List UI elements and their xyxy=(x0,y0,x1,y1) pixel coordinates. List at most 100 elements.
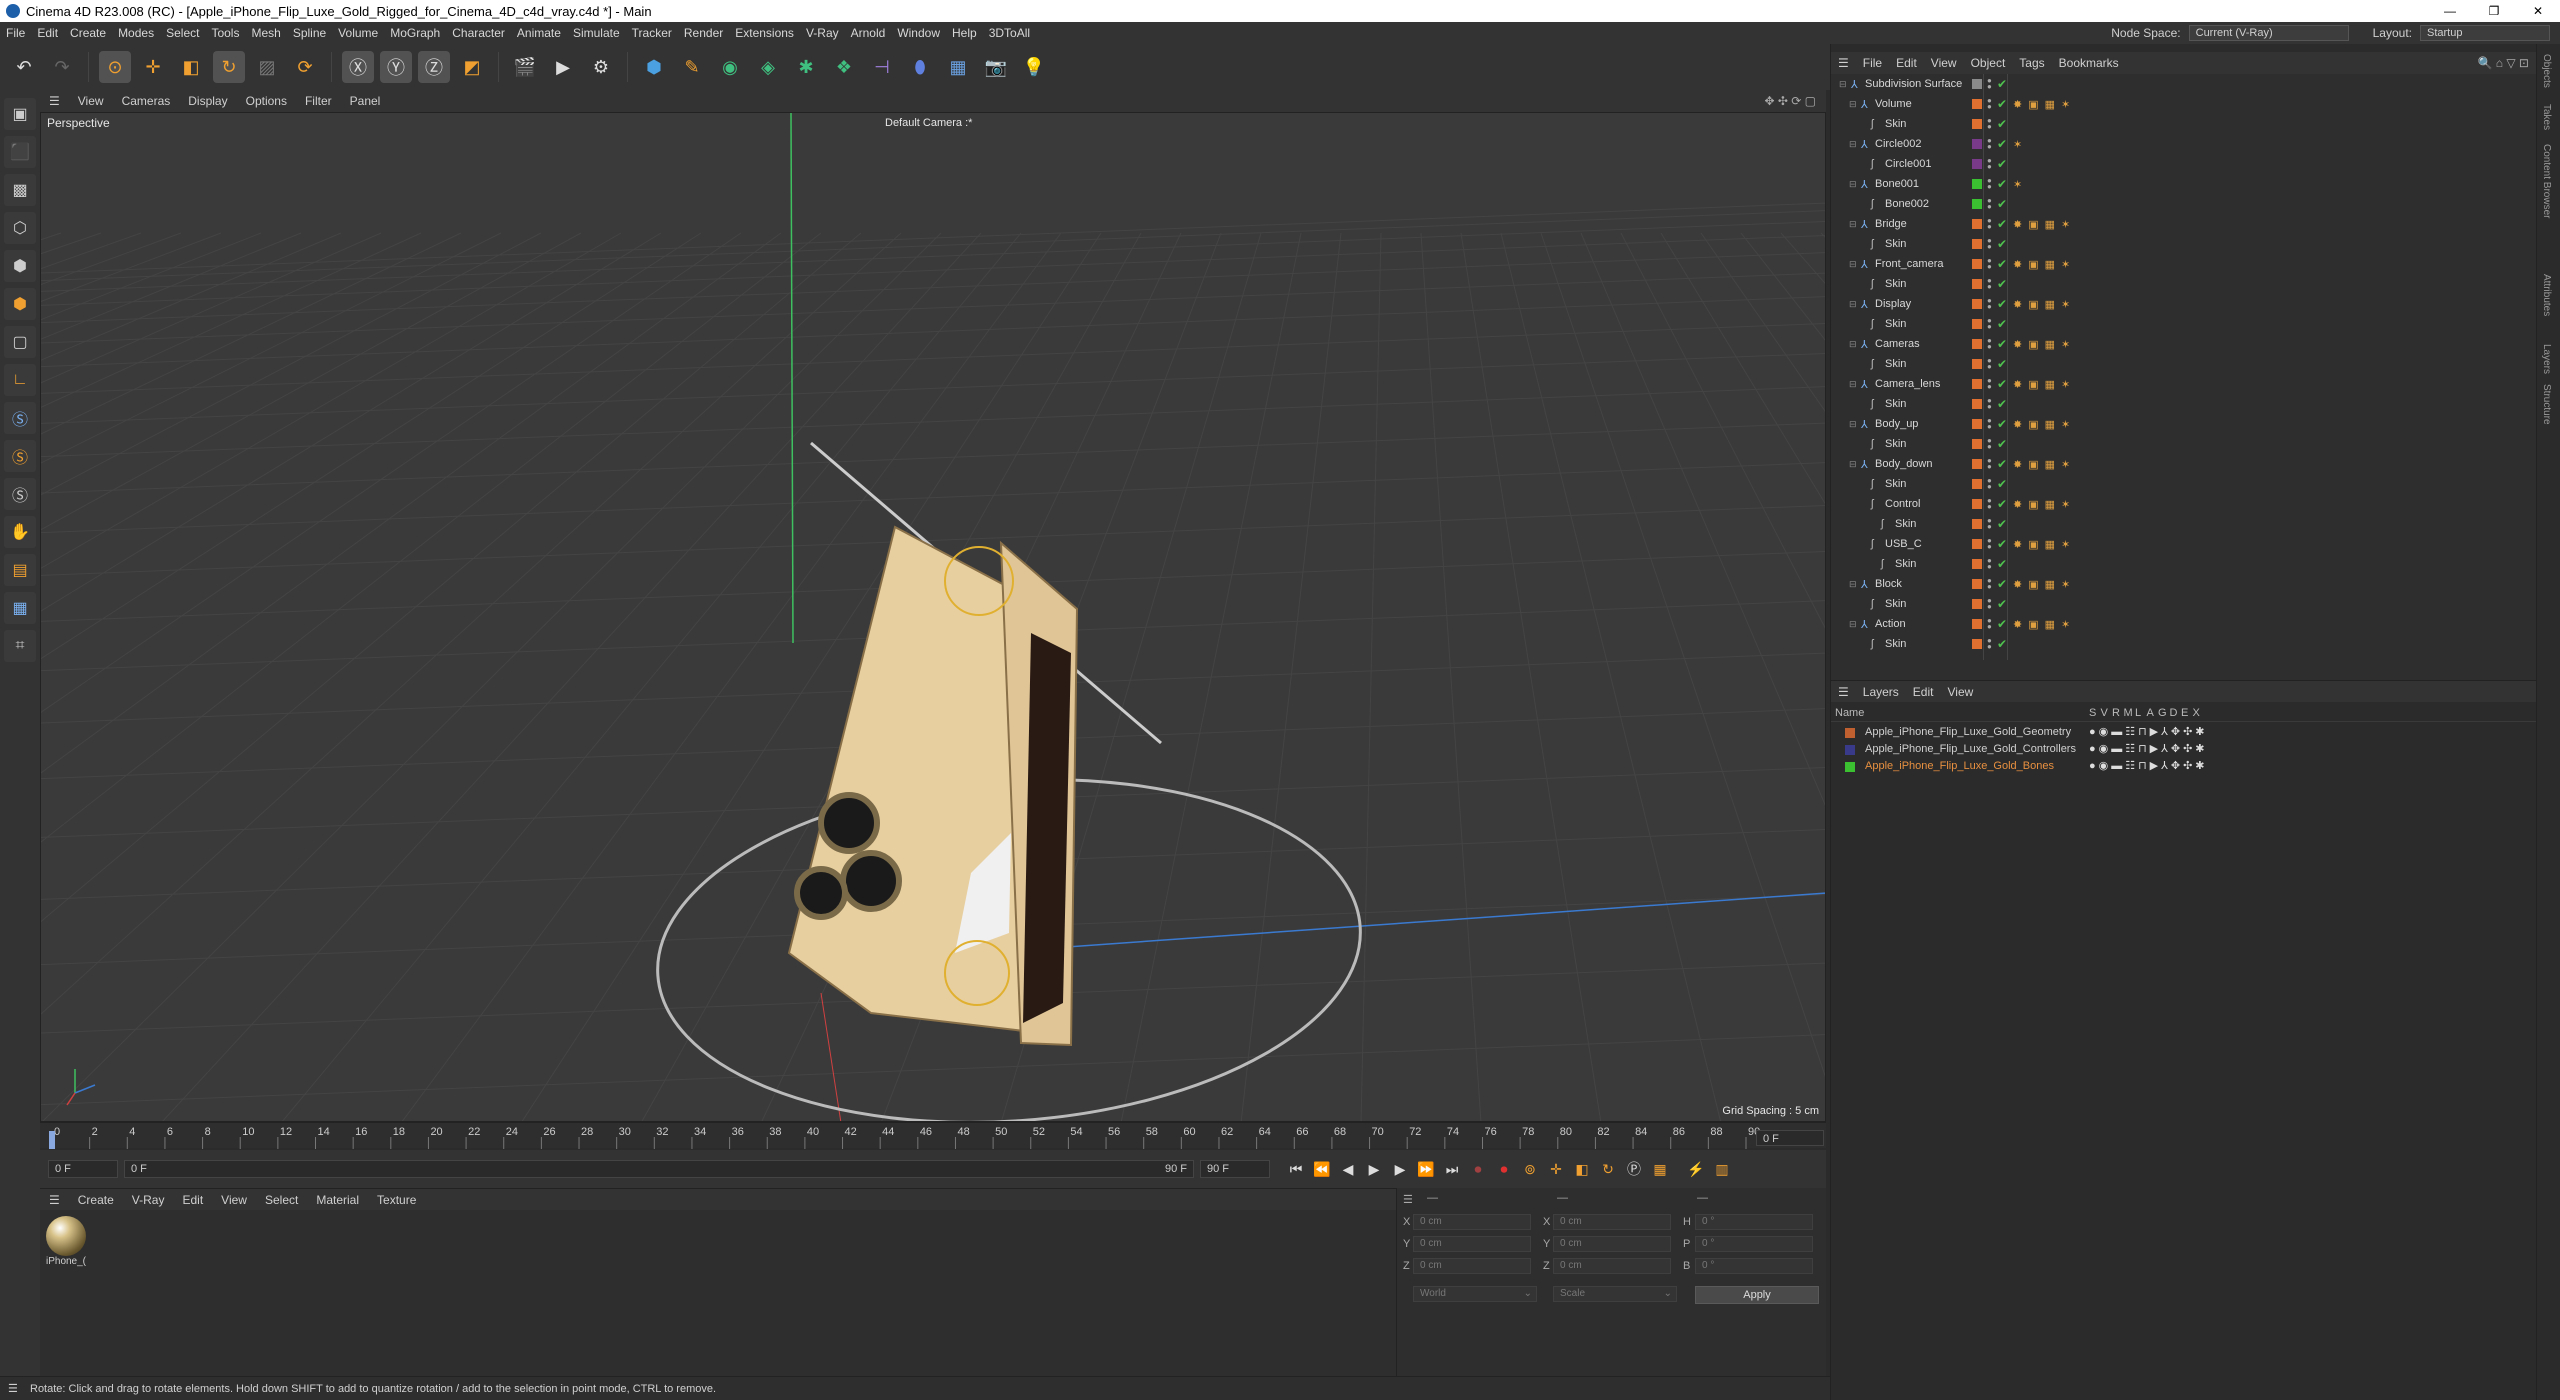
workplane-snap-icon[interactable]: Ⓢ xyxy=(4,478,36,510)
visibility-dots[interactable]: ● ● xyxy=(1987,77,1993,91)
menu-select[interactable]: Select xyxy=(160,26,205,40)
keyframe-selection-icon[interactable]: ⊚ xyxy=(1518,1157,1542,1181)
apply-button[interactable]: Apply xyxy=(1695,1286,1819,1304)
subdivision-icon[interactable]: ◉ xyxy=(714,51,746,83)
object-name[interactable]: Display xyxy=(1875,298,1911,310)
coord-system-select[interactable]: World ⌄ xyxy=(1413,1286,1537,1302)
coord-position-field[interactable]: 0 cm xyxy=(1413,1214,1531,1230)
object-name[interactable]: Circle002 xyxy=(1875,138,1921,150)
menu-simulate[interactable]: Simulate xyxy=(567,26,626,40)
undo-icon[interactable]: ↶ xyxy=(8,51,40,83)
coord-size-field[interactable]: 0 cm xyxy=(1553,1236,1671,1252)
enabled-check-icon[interactable]: ✔ xyxy=(1997,357,2007,371)
rotate-icon[interactable]: ↻ xyxy=(213,51,245,83)
texture-mode-icon[interactable]: ▩ xyxy=(4,174,36,206)
enabled-check-icon[interactable]: ✔ xyxy=(1997,477,2007,491)
enabled-check-icon[interactable]: ✔ xyxy=(1997,317,2007,331)
cube-icon[interactable]: ⬢ xyxy=(638,51,670,83)
object-menu-bookmarks[interactable]: Bookmarks xyxy=(2052,56,2126,70)
material-menu-create[interactable]: Create xyxy=(69,1193,123,1207)
start-frame-field[interactable]: 0 F xyxy=(48,1160,118,1178)
viewport-hamburger-icon[interactable]: ☰ xyxy=(40,94,69,108)
workplane-icon[interactable]: ▤ xyxy=(4,554,36,586)
enabled-check-icon[interactable]: ✔ xyxy=(1997,497,2007,511)
key-scale-icon[interactable]: ◧ xyxy=(1570,1157,1594,1181)
visibility-dots[interactable]: ● ● xyxy=(1987,197,1993,211)
material-menu-texture[interactable]: Texture xyxy=(368,1193,425,1207)
object-tags-icons[interactable]: ✸▣▦✶ xyxy=(2013,418,2076,431)
object-tags-icons[interactable]: ✶ xyxy=(2013,138,2028,151)
next-key-icon[interactable]: ⏩ xyxy=(1414,1157,1438,1181)
coord-size-field[interactable]: 0 cm xyxy=(1553,1214,1671,1230)
next-frame-icon[interactable]: ▶ xyxy=(1388,1157,1412,1181)
visibility-dots[interactable]: ● ● xyxy=(1987,277,1993,291)
visibility-dots[interactable]: ● ● xyxy=(1987,397,1993,411)
object-row[interactable]: ⊟ ⅄ Subdivision Surface ● ● ✔ xyxy=(1831,74,2537,94)
coordinate-system-icon[interactable]: ◩ xyxy=(456,51,488,83)
material-menu-select[interactable]: Select xyxy=(256,1193,307,1207)
object-name[interactable]: Bone002 xyxy=(1885,198,1929,210)
object-name[interactable]: Skin xyxy=(1895,558,1916,570)
expand-toggle-icon[interactable]: ⊟ xyxy=(1849,259,1857,270)
object-name[interactable]: Skin xyxy=(1885,118,1906,130)
object-row[interactable]: ʃ Skin ● ● ✔ xyxy=(1831,314,2537,334)
object-tags-icons[interactable]: ✸▣▦✶ xyxy=(2013,618,2076,631)
expand-toggle-icon[interactable]: ⊟ xyxy=(1849,339,1857,350)
enabled-check-icon[interactable]: ✔ xyxy=(1997,237,2007,251)
expand-toggle-icon[interactable]: ⊟ xyxy=(1849,379,1857,390)
object-row[interactable]: ⊟ ⅄ Body_up ● ● ✔ ✸▣▦✶ xyxy=(1831,414,2537,434)
object-row[interactable]: ⊟ ⅄ Body_down ● ● ✔ ✸▣▦✶ xyxy=(1831,454,2537,474)
layer-column-l[interactable]: L xyxy=(2135,707,2141,719)
viewport-menu-view[interactable]: View xyxy=(69,94,113,108)
enabled-check-icon[interactable]: ✔ xyxy=(1997,197,2007,211)
field-icon[interactable]: ⬮ xyxy=(904,51,936,83)
layer-column-x[interactable]: X xyxy=(2193,707,2200,719)
visibility-dots[interactable]: ● ● xyxy=(1987,97,1993,111)
object-row[interactable]: ʃ Skin ● ● ✔ xyxy=(1831,474,2537,494)
object-menu-view[interactable]: View xyxy=(1924,56,1964,70)
object-row[interactable]: ʃ Skin ● ● ✔ xyxy=(1831,514,2537,534)
material-menu-v-ray[interactable]: V-Ray xyxy=(123,1193,174,1207)
visibility-dots[interactable]: ● ● xyxy=(1987,597,1993,611)
menu-tools[interactable]: Tools xyxy=(205,26,245,40)
object-row[interactable]: ʃ Skin ● ● ✔ xyxy=(1831,434,2537,454)
coord-rotation-field[interactable]: 0 ° xyxy=(1695,1236,1813,1252)
make-editable-icon[interactable]: ▣ xyxy=(4,98,36,130)
material-menu-edit[interactable]: Edit xyxy=(173,1193,212,1207)
size-mode-select[interactable]: Scale ⌄ xyxy=(1553,1286,1677,1302)
enabled-check-icon[interactable]: ✔ xyxy=(1997,297,2007,311)
object-row[interactable]: ʃ Skin ● ● ✔ xyxy=(1831,234,2537,254)
visibility-dots[interactable]: ● ● xyxy=(1987,377,1993,391)
layer-column-m[interactable]: M xyxy=(2124,707,2133,719)
object-row[interactable]: ⊟ ⅄ Cameras ● ● ✔ ✸▣▦✶ xyxy=(1831,334,2537,354)
enabled-check-icon[interactable]: ✔ xyxy=(1997,257,2007,271)
visibility-dots[interactable]: ● ● xyxy=(1987,637,1993,651)
object-name[interactable]: Front_camera xyxy=(1875,258,1943,270)
object-name[interactable]: Body_down xyxy=(1875,458,1933,470)
layer-row[interactable]: Apple_iPhone_Flip_Luxe_Gold_Geometry ●◉▬☷… xyxy=(1831,724,2537,741)
object-tags-icons[interactable]: ✶ xyxy=(2013,178,2028,191)
visibility-dots[interactable]: ● ● xyxy=(1987,417,1993,431)
minimize-button[interactable]: — xyxy=(2428,0,2472,22)
object-name[interactable]: Control xyxy=(1885,498,1920,510)
edges-mode-icon[interactable]: ⬢ xyxy=(4,250,36,282)
object-tags-icons[interactable]: ✸▣▦✶ xyxy=(2013,458,2076,471)
timeline-ruler[interactable]: 0 2 4 6 8 10 12 14 16 18 20 22 24 26 28 30 32 34 36 38 40 42 4… xyxy=(40,1122,1826,1149)
enabled-check-icon[interactable]: ✔ xyxy=(1997,377,2007,391)
coord-rotation-field[interactable]: 0 ° xyxy=(1695,1258,1813,1274)
menu-spline[interactable]: Spline xyxy=(287,26,332,40)
tweak-icon[interactable]: ✋ xyxy=(4,516,36,548)
object-name[interactable]: Bone001 xyxy=(1875,178,1919,190)
object-name[interactable]: USB_C xyxy=(1885,538,1922,550)
visibility-dots[interactable]: ● ● xyxy=(1987,557,1993,571)
menu-tracker[interactable]: Tracker xyxy=(626,26,678,40)
object-row[interactable]: ʃ Skin ● ● ✔ xyxy=(1831,354,2537,374)
go-to-start-icon[interactable]: ⏮ xyxy=(1284,1157,1308,1181)
viewport-menu-filter[interactable]: Filter xyxy=(296,94,341,108)
visibility-dots[interactable]: ● ● xyxy=(1987,297,1993,311)
layer-name[interactable]: Apple_iPhone_Flip_Luxe_Gold_Bones xyxy=(1865,760,2054,772)
object-row[interactable]: ⊟ ⅄ Front_camera ● ● ✔ ✸▣▦✶ xyxy=(1831,254,2537,274)
render-region-icon[interactable]: 🎬 xyxy=(509,51,541,83)
object-row[interactable]: ʃ Skin ● ● ✔ xyxy=(1831,394,2537,414)
enabled-check-icon[interactable]: ✔ xyxy=(1997,597,2007,611)
